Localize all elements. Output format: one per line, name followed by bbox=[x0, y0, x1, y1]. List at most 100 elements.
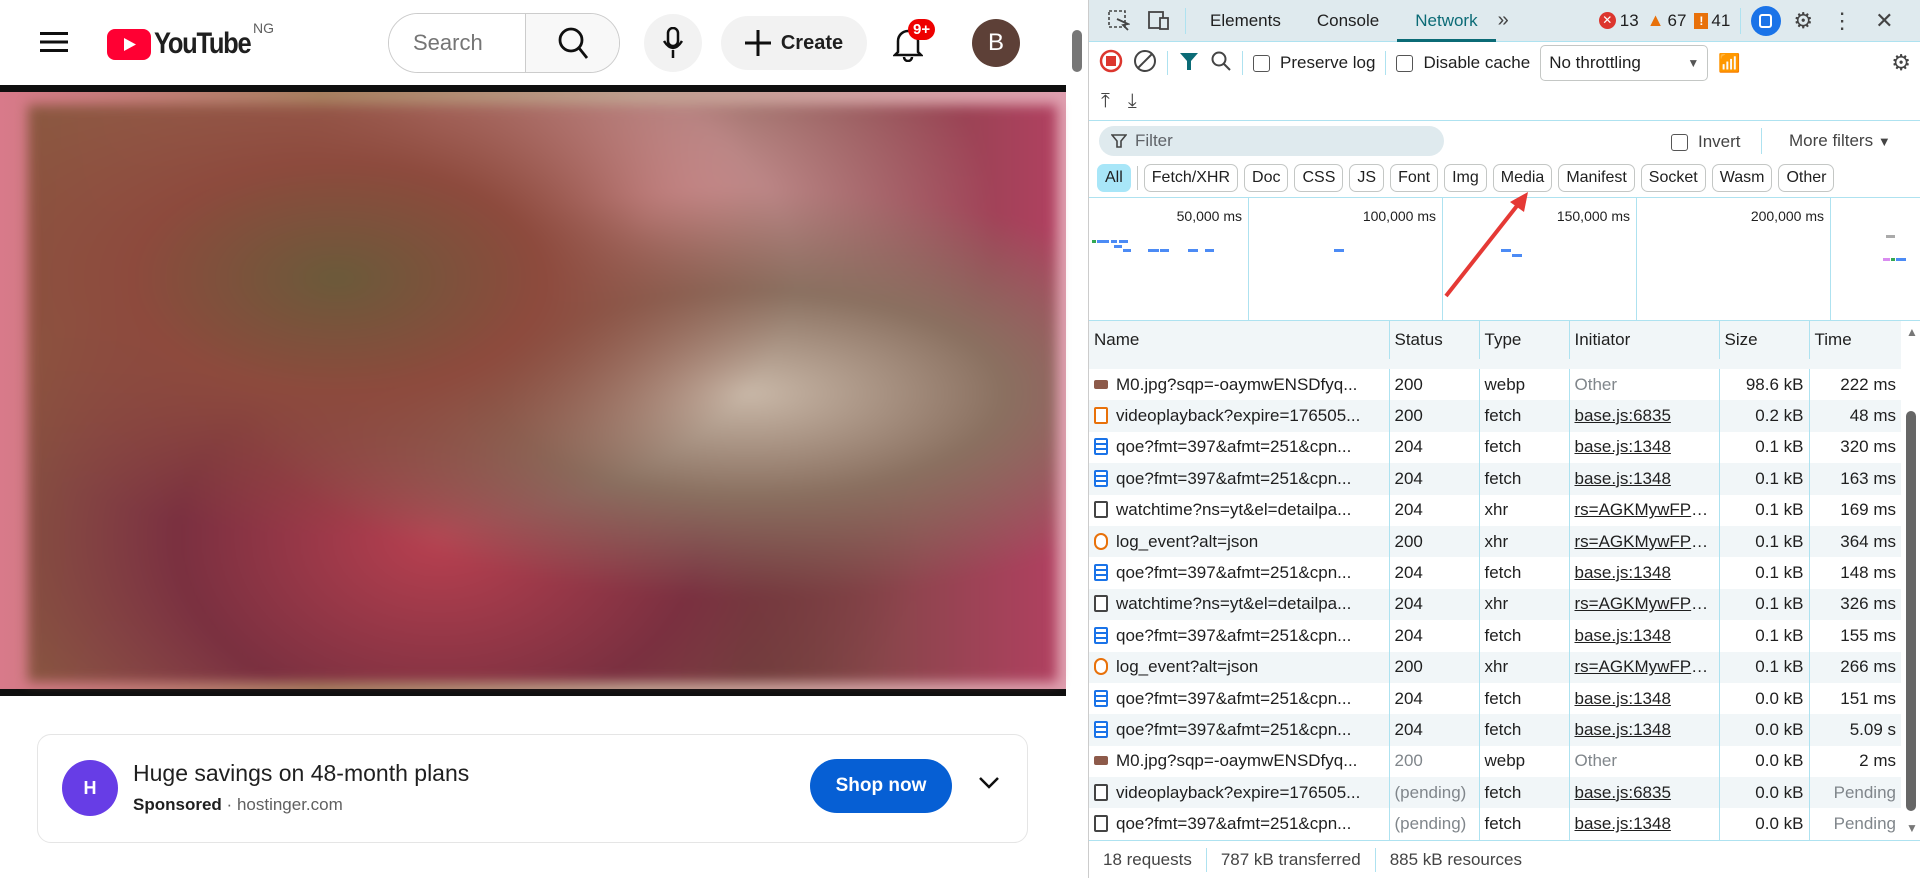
table-row[interactable]: M0.jpg?sqp=-oaymwENSDfyq... 200 webp Oth… bbox=[1089, 369, 1901, 401]
scrollbar-thumb[interactable] bbox=[1906, 411, 1916, 811]
scroll-up-icon[interactable]: ▲ bbox=[1906, 325, 1918, 339]
table-row[interactable]: qoe?fmt=397&afmt=251&cpn... 204 fetch ba… bbox=[1089, 620, 1901, 652]
settings-gear-icon[interactable]: ⚙ bbox=[1793, 8, 1813, 34]
column-header-status[interactable]: Status bbox=[1388, 321, 1479, 359]
search-input[interactable] bbox=[389, 14, 525, 72]
table-row[interactable]: log_event?alt=json 200 xhr rs=AGKMywFP3d… bbox=[1089, 651, 1901, 683]
more-filters-dropdown[interactable]: More filters ▼ bbox=[1789, 131, 1891, 151]
search-icon[interactable] bbox=[1210, 50, 1232, 77]
column-header-size[interactable]: Size bbox=[1718, 321, 1809, 359]
device-toolbar-icon[interactable] bbox=[1139, 10, 1179, 32]
chevron-down-icon[interactable] bbox=[978, 776, 1000, 790]
request-initiator[interactable]: base.js:1348 bbox=[1568, 463, 1719, 495]
filter-chip-css[interactable]: CSS bbox=[1294, 164, 1344, 192]
issues-count[interactable]: ! 41 bbox=[1694, 11, 1730, 31]
voice-search-button[interactable] bbox=[644, 14, 702, 72]
request-initiator[interactable]: rs=AGKMywFP3dy bbox=[1568, 525, 1719, 558]
disable-cache-checkbox[interactable] bbox=[1396, 54, 1414, 72]
column-header-time[interactable]: Time bbox=[1808, 321, 1901, 359]
tab-elements[interactable]: Elements bbox=[1192, 0, 1299, 42]
request-initiator[interactable]: base.js:1348 bbox=[1568, 620, 1719, 652]
error-count[interactable]: ✕ 13 bbox=[1598, 11, 1639, 31]
request-name[interactable]: qoe?fmt=397&afmt=251&cpn... bbox=[1089, 808, 1389, 839]
request-name[interactable]: qoe?fmt=397&afmt=251&cpn... bbox=[1089, 557, 1389, 588]
request-name[interactable]: qoe?fmt=397&afmt=251&cpn... bbox=[1089, 620, 1389, 651]
table-row[interactable]: qoe?fmt=397&afmt=251&cpn... 204 fetch ba… bbox=[1089, 714, 1901, 746]
table-row[interactable]: qoe?fmt=397&afmt=251&cpn... (pending) fe… bbox=[1089, 808, 1901, 840]
table-row[interactable]: qoe?fmt=397&afmt=251&cpn... 204 fetch ba… bbox=[1089, 557, 1901, 589]
filter-chip-socket[interactable]: Socket bbox=[1640, 164, 1706, 192]
request-name[interactable]: videoplayback?expire=176505... bbox=[1089, 400, 1389, 432]
inspect-element-icon[interactable] bbox=[1099, 9, 1139, 32]
menu-icon[interactable] bbox=[38, 28, 70, 56]
request-initiator[interactable]: base.js:1348 bbox=[1568, 557, 1719, 589]
table-row[interactable]: videoplayback?expire=176505... (pending)… bbox=[1089, 777, 1901, 809]
invert-checkbox[interactable] bbox=[1671, 133, 1688, 151]
request-initiator[interactable]: rs=AGKMywFP3dy bbox=[1568, 588, 1719, 621]
warning-count[interactable]: ▲ 67 bbox=[1647, 10, 1687, 31]
scrollbar-thumb[interactable] bbox=[1072, 30, 1082, 72]
tab-console[interactable]: Console bbox=[1299, 0, 1397, 42]
request-initiator[interactable]: base.js:1348 bbox=[1568, 808, 1719, 840]
request-initiator[interactable]: base.js:1348 bbox=[1568, 714, 1719, 746]
request-name[interactable]: qoe?fmt=397&afmt=251&cpn... bbox=[1089, 714, 1389, 746]
preserve-log-checkbox[interactable] bbox=[1253, 54, 1270, 72]
request-initiator[interactable]: base.js:1348 bbox=[1568, 431, 1719, 464]
table-row[interactable]: videoplayback?expire=176505... 200 fetch… bbox=[1089, 400, 1901, 432]
column-header-initiator[interactable]: Initiator bbox=[1568, 321, 1719, 359]
filter-chip-manifest[interactable]: Manifest bbox=[1558, 164, 1635, 192]
import-har-icon[interactable]: ⤒ bbox=[1101, 90, 1110, 113]
network-conditions-icon[interactable]: 📶 bbox=[1718, 53, 1740, 74]
request-initiator[interactable]: base.js:1348 bbox=[1568, 682, 1719, 715]
table-row[interactable]: qoe?fmt=397&afmt=251&cpn... 204 fetch ba… bbox=[1089, 431, 1901, 464]
filter-chip-wasm[interactable]: Wasm bbox=[1711, 164, 1773, 192]
create-button[interactable]: Create bbox=[721, 16, 867, 70]
ad-card[interactable]: H Huge savings on 48-month plans Sponsor… bbox=[37, 734, 1028, 843]
throttling-select[interactable]: No throttling ▼ bbox=[1540, 45, 1709, 81]
request-name[interactable]: M0.jpg?sqp=-oaymwENSDfyq... bbox=[1089, 746, 1389, 777]
scroll-down-icon[interactable]: ▼ bbox=[1906, 821, 1918, 835]
table-row[interactable]: log_event?alt=json 200 xhr rs=AGKMywFP3d… bbox=[1089, 525, 1901, 558]
network-settings-icon[interactable]: ⚙ bbox=[1891, 50, 1911, 76]
tab-network[interactable]: Network bbox=[1397, 0, 1496, 42]
youtube-logo[interactable]: YouTube bbox=[107, 27, 267, 61]
search-button[interactable] bbox=[525, 14, 619, 72]
table-scrollbar[interactable]: ▲ ▼ bbox=[1901, 321, 1920, 841]
request-name[interactable]: videoplayback?expire=176505... bbox=[1089, 777, 1389, 809]
request-initiator[interactable]: base.js:6835 bbox=[1568, 777, 1719, 809]
more-tabs-icon[interactable]: » bbox=[1498, 9, 1509, 32]
request-name[interactable]: qoe?fmt=397&afmt=251&cpn... bbox=[1089, 432, 1389, 463]
request-name[interactable]: watchtime?ns=yt&el=detailpa... bbox=[1089, 495, 1389, 526]
more-options-icon[interactable]: ⋮ bbox=[1831, 8, 1853, 34]
filter-chip-doc[interactable]: Doc bbox=[1244, 164, 1289, 192]
notifications-button[interactable]: 9+ bbox=[893, 19, 936, 62]
table-row[interactable]: qoe?fmt=397&afmt=251&cpn... 204 fetch ba… bbox=[1089, 682, 1901, 715]
record-stop-icon[interactable] bbox=[1099, 49, 1123, 78]
column-header-type[interactable]: Type bbox=[1478, 321, 1569, 359]
filter-input[interactable]: Filter bbox=[1099, 126, 1444, 156]
table-row[interactable]: watchtime?ns=yt&el=detailpa... 204 xhr r… bbox=[1089, 588, 1901, 621]
request-name[interactable]: M0.jpg?sqp=-oaymwENSDfyq... bbox=[1089, 369, 1389, 400]
page-scrollbar[interactable] bbox=[1068, 0, 1086, 878]
request-name[interactable]: log_event?alt=json bbox=[1089, 525, 1389, 558]
filter-chip-other[interactable]: Other bbox=[1778, 164, 1835, 192]
invert-toggle[interactable]: Invert bbox=[1671, 132, 1741, 152]
request-name[interactable]: qoe?fmt=397&afmt=251&cpn... bbox=[1089, 463, 1389, 495]
ai-assistant-icon[interactable] bbox=[1751, 5, 1782, 36]
column-header-name[interactable]: Name bbox=[1089, 321, 1389, 359]
avatar[interactable]: B bbox=[972, 19, 1020, 67]
request-initiator[interactable]: rs=AGKMywFP3dy bbox=[1568, 494, 1719, 526]
request-initiator[interactable]: base.js:6835 bbox=[1568, 400, 1719, 432]
ad-title[interactable]: Huge savings on 48-month plans bbox=[133, 760, 469, 787]
clear-icon[interactable] bbox=[1133, 49, 1157, 78]
table-row[interactable]: watchtime?ns=yt&el=detailpa... 204 xhr r… bbox=[1089, 494, 1901, 526]
request-name[interactable]: qoe?fmt=397&afmt=251&cpn... bbox=[1089, 683, 1389, 714]
filter-toggle-icon[interactable] bbox=[1178, 50, 1200, 77]
filter-chip-fetchxhr[interactable]: Fetch/XHR bbox=[1143, 164, 1239, 192]
close-icon[interactable]: ✕ bbox=[1875, 8, 1893, 34]
filter-chip-all[interactable]: All bbox=[1097, 164, 1131, 192]
export-har-icon[interactable]: ⤓ bbox=[1128, 90, 1137, 113]
shop-now-button[interactable]: Shop now bbox=[810, 759, 952, 813]
filter-chip-font[interactable]: Font bbox=[1390, 164, 1439, 192]
table-row[interactable]: qoe?fmt=397&afmt=251&cpn... 204 fetch ba… bbox=[1089, 463, 1901, 495]
